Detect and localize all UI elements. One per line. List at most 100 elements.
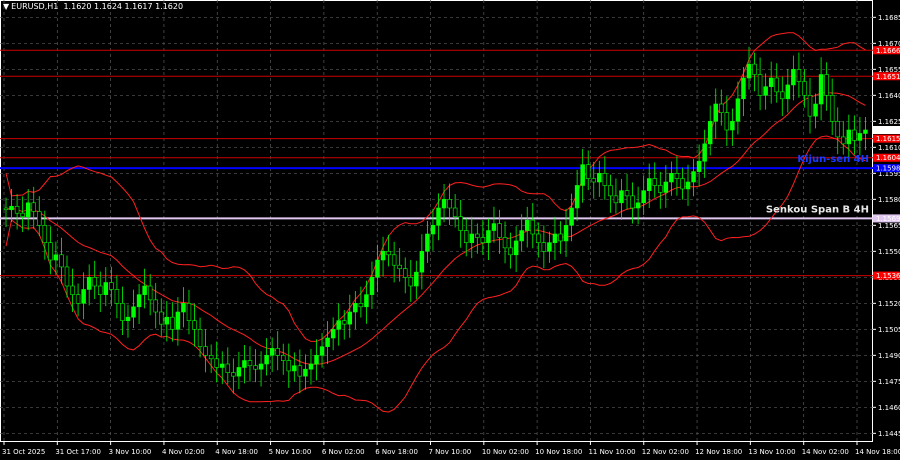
- candle-bear: [297, 365, 303, 377]
- ohlc-values: 1.1620 1.1624 1.1617 1.1620: [63, 2, 184, 11]
- candle-bull: [646, 178, 652, 191]
- candle-bull: [9, 205, 14, 211]
- candle-bear: [602, 173, 608, 186]
- candle-bear: [153, 299, 158, 313]
- candle-bear: [64, 266, 70, 287]
- candle-bear: [186, 303, 192, 321]
- candle-bull: [53, 254, 59, 261]
- candle-bull: [436, 207, 441, 226]
- candle-bull: [81, 289, 86, 304]
- candle-bear: [114, 289, 120, 304]
- candle-bull: [325, 337, 330, 347]
- candle-bear: [31, 202, 36, 212]
- x-tick-label: 6 Nov 02:00: [322, 448, 365, 456]
- time-axis: 31 Oct 2025 31 Oct 17:00 3 Nov 10:00 4 Nov …: [2, 442, 900, 456]
- x-tick-label: 14 Nov 18:00: [855, 448, 900, 456]
- candle-bull: [491, 223, 497, 231]
- candle-bull: [164, 316, 170, 325]
- candle-bull: [258, 363, 264, 370]
- candle-bull: [563, 225, 569, 242]
- level-price-label: 1.1604: [876, 154, 900, 162]
- candle-bear: [852, 129, 857, 141]
- bollinger-upper: [5, 32, 866, 342]
- candle-bull: [236, 367, 242, 377]
- candle-bear: [98, 285, 103, 295]
- candle-bear: [170, 316, 175, 330]
- candle-bear: [807, 95, 813, 117]
- candle-bull: [86, 277, 92, 290]
- candle-bear: [214, 358, 219, 368]
- candle-bull: [763, 86, 768, 96]
- candle-bear: [286, 360, 292, 372]
- x-tick-label: 5 Nov 10:00: [269, 448, 312, 456]
- y-tick-label: 1.1505: [878, 326, 900, 334]
- candle-bear: [658, 185, 663, 193]
- candle-bull: [181, 303, 186, 313]
- candles: [3, 46, 868, 394]
- candle-bull: [414, 271, 419, 287]
- chart-window[interactable]: 1.16851.16701.16551.16401.16251.16101.15…: [0, 0, 900, 460]
- candle-bear: [752, 63, 757, 75]
- candle-bull: [713, 103, 718, 122]
- candle-bull: [513, 240, 519, 256]
- candle-bear: [541, 242, 547, 252]
- candle-bear: [75, 294, 81, 304]
- x-tick-label: 12 Nov 18:00: [695, 448, 742, 456]
- candle-bull: [818, 74, 824, 105]
- candle-bear: [558, 233, 563, 242]
- candle-bull: [136, 294, 142, 308]
- candle-bear: [70, 285, 75, 295]
- candle-bear: [275, 348, 280, 356]
- candle-bear: [20, 212, 25, 217]
- candle-bull: [308, 363, 314, 370]
- candle-bear: [203, 346, 208, 356]
- candle-bull: [741, 77, 746, 100]
- annotations: Kijun-sen 4H Senkou Span B 4H: [766, 154, 869, 215]
- candle-bull: [353, 303, 358, 313]
- candle-bull: [380, 251, 386, 261]
- candle-bull: [597, 173, 602, 183]
- x-tick-label: 11 Nov 10:00: [588, 448, 635, 456]
- candle-bull: [746, 63, 752, 79]
- candle-bull: [813, 103, 818, 117]
- candle-bear: [829, 95, 835, 122]
- candle-bear: [231, 372, 236, 377]
- candle-bear: [757, 74, 763, 96]
- candle-bull: [25, 202, 31, 217]
- level-price-label: 1.1536: [876, 272, 900, 280]
- candle-bear: [780, 91, 785, 100]
- senkou-span-b-label: Senkou Span B 4H: [766, 204, 869, 215]
- candle-bull: [131, 306, 136, 318]
- candle-bull: [691, 171, 696, 183]
- candle-bear: [225, 363, 231, 373]
- candle-bear: [159, 311, 164, 325]
- candle-bull: [735, 98, 741, 122]
- candle-bull: [242, 360, 247, 368]
- candle-bear: [796, 69, 802, 82]
- y-tick-label: 1.1475: [878, 378, 900, 386]
- candle-bull: [519, 230, 524, 242]
- candle-bull: [696, 160, 702, 172]
- candle-bear: [497, 223, 502, 238]
- x-tick-label: 10 Nov 02:00: [482, 448, 529, 456]
- candle-bear: [630, 195, 635, 209]
- candle-bear: [42, 225, 48, 243]
- candle-bull: [269, 348, 275, 356]
- level-price-label: 1.1598: [876, 165, 900, 173]
- price-chart[interactable]: 1.16851.16701.16551.16401.16251.16101.15…: [0, 0, 900, 460]
- candle-bear: [652, 178, 657, 186]
- candle-bull: [791, 69, 796, 86]
- y-tick-label: 1.1685: [878, 14, 900, 22]
- x-tick-label: 31 Oct 2025: [2, 448, 45, 456]
- candle-bull: [303, 368, 308, 377]
- x-tick-label: 31 Oct 17:00: [55, 448, 101, 456]
- x-tick-label: 4 Nov 18:00: [215, 448, 258, 456]
- candle-bear: [247, 360, 253, 367]
- candle-bear: [402, 268, 408, 278]
- triangle-down-icon: ▼: [3, 2, 10, 11]
- candle-bull: [364, 294, 369, 308]
- candle-bull: [319, 346, 325, 356]
- candle-bear: [591, 178, 596, 183]
- price-axis: 1.16851.16701.16551.16401.16251.16101.15…: [873, 14, 900, 438]
- candle-bear: [3, 207, 9, 211]
